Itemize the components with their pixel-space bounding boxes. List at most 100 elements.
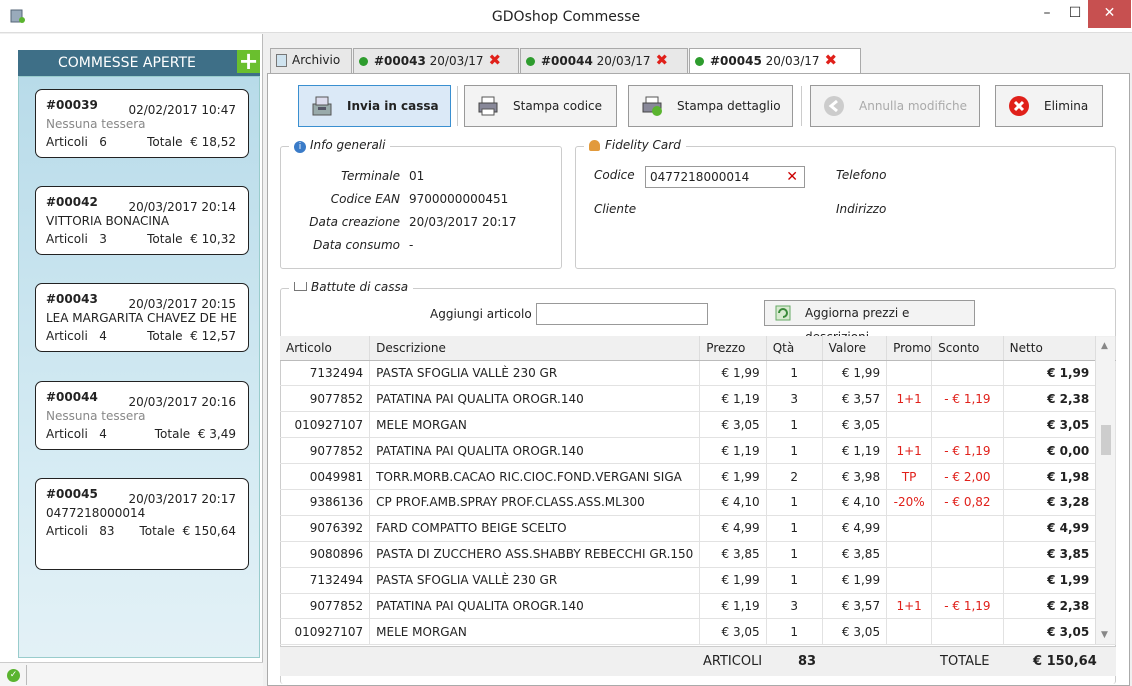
cell-articolo: 010927107	[280, 618, 371, 646]
cell-articolo: 9077852	[280, 593, 371, 620]
annulla-modifiche-button[interactable]: Annulla modifiche	[810, 85, 980, 127]
table-row[interactable]: 010927107 MELE MORGAN € 3,05 1 € 3,05 € 3,05	[280, 411, 1116, 439]
toolbar-divider	[457, 86, 458, 126]
tab-date: 20/03/17	[429, 54, 484, 68]
cell-netto: € 0,00	[1003, 437, 1097, 465]
card-customer: 0477218000014	[46, 506, 146, 520]
cell-sconto	[931, 411, 1004, 439]
card-summary: Articoli 3 Totale € 10,32	[46, 232, 236, 246]
col-sconto[interactable]: Sconto	[931, 336, 1004, 361]
table-row[interactable]: 7132494 PASTA SFOGLIA VALLÈ 230 GR € 1,99 1…	[280, 360, 1116, 387]
tab-00045[interactable]: #00045 20/03/17 ✖	[689, 48, 861, 76]
cell-promo: -20%	[886, 489, 933, 516]
cell-articolo: 0049981	[280, 463, 371, 490]
cell-articolo: 010927107	[280, 411, 371, 439]
cell-valore: € 3,57	[822, 593, 888, 620]
toolbar-divider	[801, 86, 802, 126]
cell-promo	[886, 515, 933, 542]
cell-valore: € 1,99	[822, 567, 888, 594]
totals-bar: ARTICOLI 83 TOTALE € 150,64	[280, 646, 1116, 676]
table-row[interactable]: 9077852 PATATINA PAI QUALITA OROGR.140 € 1…	[280, 437, 1116, 465]
table-scrollbar[interactable]: ▲ ▼	[1095, 337, 1115, 644]
card-customer: LEA MARGARITA CHAVEZ DE HE	[46, 311, 237, 325]
cell-qt: 1	[766, 515, 823, 542]
articoli-label: ARTICOLI	[703, 654, 763, 669]
scroll-up-icon[interactable]: ▲	[1101, 341, 1108, 351]
cell-descrizione: PATATINA PAI QUALITA OROGR.140	[369, 437, 701, 465]
codice-input[interactable]: 0477218000014 ✕	[645, 166, 805, 188]
status-bar: ✓	[0, 662, 263, 686]
table-row[interactable]: 010927107 MELE MORGAN € 3,05 1 € 3,05 € 3,05	[280, 618, 1116, 646]
col-qta[interactable]: Qtà	[766, 336, 823, 361]
minimize-button[interactable]: –	[1034, 0, 1060, 28]
commessa-card[interactable]: #00043 20/03/2017 20:15 LEA MARGARITA CH…	[35, 283, 249, 352]
card-date: 20/03/2017 20:17	[128, 492, 236, 506]
archive-icon	[276, 54, 287, 67]
add-commessa-button[interactable]: +	[237, 49, 260, 73]
cell-prezzo: € 4,10	[699, 489, 767, 516]
tab-date: 20/03/17	[765, 54, 820, 68]
tab-00043[interactable]: #00043 20/03/17 ✖	[353, 48, 519, 73]
invia-in-cassa-button[interactable]: Invia in cassa	[298, 85, 451, 127]
elimina-button[interactable]: Elimina	[995, 85, 1103, 127]
tab-number: #00044	[541, 54, 593, 68]
card-number: #00045	[46, 487, 98, 501]
close-tab-icon[interactable]: ✖	[825, 51, 838, 69]
cell-sconto	[931, 541, 1004, 568]
cell-prezzo: € 3,05	[699, 411, 767, 439]
commessa-card[interactable]: #00042 20/03/2017 20:14 VITTORIA BONACIN…	[35, 186, 249, 255]
check-icon: ✓	[7, 669, 20, 682]
col-netto[interactable]: Netto	[1003, 336, 1097, 361]
clear-icon[interactable]: ✕	[786, 167, 798, 187]
ean-label: Codice EAN	[330, 192, 400, 206]
commessa-card[interactable]: #00045 20/03/2017 20:17 0477218000014 Ar…	[35, 478, 249, 570]
cell-qt: 1	[766, 411, 823, 439]
stampa-codice-button[interactable]: Stampa codice	[464, 85, 617, 127]
scroll-down-icon[interactable]: ▼	[1101, 630, 1108, 640]
col-prezzo[interactable]: Prezzo	[699, 336, 767, 361]
table-row[interactable]: 9077852 PATATINA PAI QUALITA OROGR.140 € 1…	[280, 593, 1116, 620]
printer-icon	[478, 96, 498, 116]
cell-qt: 3	[766, 385, 823, 413]
maximize-button[interactable]: ☐	[1062, 0, 1088, 28]
cell-valore: € 3,05	[822, 618, 888, 646]
table-row[interactable]: 9077852 PATATINA PAI QUALITA OROGR.140 € 1…	[280, 385, 1116, 413]
card-customer: Nessuna tessera	[46, 409, 146, 423]
table-header: Articolo Descrizione Prezzo Qtà Valore P…	[280, 336, 1116, 361]
table-row[interactable]: 9386136 CP PROF.AMB.SPRAY PROF.CLASS.ASS.…	[280, 489, 1116, 516]
scroll-thumb[interactable]	[1101, 425, 1111, 455]
cell-prezzo: € 1,19	[699, 385, 767, 413]
close-tab-icon[interactable]: ✖	[656, 51, 669, 69]
col-descrizione[interactable]: Descrizione	[369, 336, 701, 361]
commessa-card[interactable]: #00039 02/02/2017 10:47 Nessuna tessera …	[35, 89, 249, 158]
consumo-value: -	[409, 238, 414, 252]
close-button[interactable]: ✕	[1088, 0, 1131, 28]
table-row[interactable]: 0049981 TORR.MORB.CACAO RIC.CIOC.FOND.VER…	[280, 463, 1116, 490]
close-tab-icon[interactable]: ✖	[489, 51, 502, 69]
aggiungi-input[interactable]	[536, 303, 708, 325]
cell-prezzo: € 1,19	[699, 437, 767, 465]
table-row[interactable]: 7132494 PASTA SFOGLIA VALLÈ 230 GR € 1,99 1…	[280, 567, 1116, 594]
cell-prezzo: € 1,19	[699, 593, 767, 620]
cell-valore: € 3,98	[822, 463, 888, 490]
col-promo[interactable]: Promo	[886, 336, 933, 361]
col-articolo[interactable]: Articolo	[280, 336, 371, 361]
cell-valore: € 1,19	[822, 437, 888, 465]
table-row[interactable]: 9080896 PASTA DI ZUCCHERO ASS.SHABBY REBE…	[280, 541, 1116, 568]
card-date: 02/02/2017 10:47	[128, 103, 236, 117]
table-row[interactable]: 9076392 FARD COMPATTO BEIGE SCELTO € 4,99 1…	[280, 515, 1116, 542]
cell-promo	[886, 360, 933, 387]
cell-descrizione: PASTA SFOGLIA VALLÈ 230 GR	[369, 360, 701, 387]
tab-archivio[interactable]: Archivio	[270, 48, 352, 73]
cell-qt: 1	[766, 541, 823, 568]
commessa-card[interactable]: #00044 20/03/2017 20:16 Nessuna tessera …	[35, 381, 249, 450]
user-icon	[589, 140, 600, 151]
stampa-dettaglio-button[interactable]: Stampa dettaglio	[628, 85, 793, 127]
tab-label: Archivio	[292, 53, 341, 67]
col-valore[interactable]: Valore	[822, 336, 888, 361]
sidebar-title: COMMESSE APERTE	[18, 50, 260, 76]
card-customer: VITTORIA BONACINA	[46, 214, 170, 228]
tab-00044[interactable]: #00044 20/03/17 ✖	[520, 48, 688, 73]
aggiorna-prezzi-button[interactable]: Aggiorna prezzi e descrizioni	[764, 300, 975, 344]
creazione-label: Data creazione	[309, 215, 400, 229]
